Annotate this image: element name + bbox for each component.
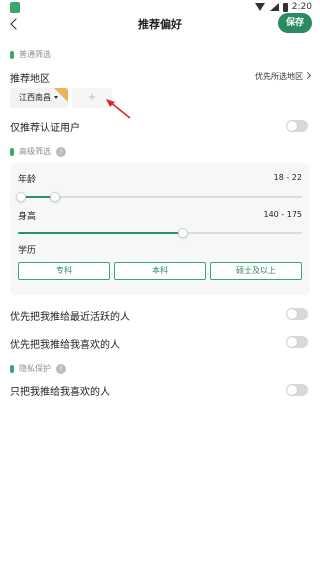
only-liked-toggle[interactable] — [286, 384, 308, 396]
region-label: 推荐地区 — [10, 74, 50, 85]
page-title: 推荐偏好 — [138, 18, 182, 31]
age-slider[interactable] — [16, 192, 302, 202]
section-marker — [10, 50, 14, 59]
height-label: 身高 — [18, 212, 37, 222]
advanced-section-label: 高级筛选 — [19, 147, 51, 156]
age-label: 年龄 — [18, 175, 37, 185]
liked-me-toggle[interactable] — [286, 336, 308, 348]
education-option-junior-college[interactable]: 专科 — [18, 262, 110, 280]
age-range-value: 18 - 22 — [273, 173, 302, 182]
annotation-arrow-icon — [106, 99, 131, 119]
top-nav: 推荐偏好 保存 — [0, 12, 320, 36]
wifi-icon — [254, 3, 265, 11]
info-icon[interactable]: ! — [56, 363, 66, 374]
height-range-value: 140 - 175 — [263, 210, 302, 219]
advanced-filter-panel: 年龄 18 - 22 身高 140 - 175 学历 专科 本科 硕士及以上 — [10, 163, 310, 295]
region-chip-label: 江西南昌 — [19, 93, 51, 102]
info-icon[interactable]: ! — [56, 146, 66, 157]
privacy-section-tag: 隐私保护 ! — [10, 363, 66, 374]
age-slider-max-handle[interactable] — [50, 192, 60, 202]
general-section-label: 普通筛选 — [19, 50, 51, 59]
height-slider-fill — [18, 232, 183, 234]
certified-only-label: 仅推荐认证用户 — [10, 123, 80, 134]
chip-corner-badge — [54, 88, 68, 102]
status-indicators: 2:20 — [254, 2, 312, 12]
certified-only-toggle[interactable] — [286, 120, 308, 132]
save-button[interactable]: 保存 — [278, 13, 312, 33]
height-slider-handle[interactable] — [178, 228, 188, 238]
bottom-safe-area — [0, 556, 320, 570]
education-label: 学历 — [18, 246, 37, 256]
general-section-tag: 普通筛选 — [10, 49, 51, 60]
chevron-right-icon — [303, 71, 312, 80]
region-chip[interactable]: 江西南昌 — [10, 88, 68, 108]
education-option-bachelor[interactable]: 本科 — [114, 262, 206, 280]
advanced-section-tag: 高级筛选 ! — [10, 146, 66, 157]
liked-me-label: 优先把我推给我喜欢的人 — [10, 340, 120, 351]
recently-active-toggle[interactable] — [286, 308, 308, 320]
education-option-master-above[interactable]: 硕士及以上 — [210, 262, 302, 280]
status-time: 2:20 — [291, 2, 312, 12]
section-marker — [10, 364, 14, 373]
section-marker — [10, 147, 14, 156]
privacy-section-label: 隐私保护 — [19, 364, 51, 373]
signal-icon — [269, 3, 279, 11]
age-slider-min-handle[interactable] — [16, 192, 26, 202]
battery-icon — [282, 2, 288, 12]
only-liked-label: 只把我推给我喜欢的人 — [10, 387, 110, 398]
region-priority-label: 优先所选地区 — [255, 72, 303, 81]
recently-active-label: 优先把我推给最近活跃的人 — [10, 312, 130, 323]
region-priority-link[interactable]: 优先所选地区 — [255, 71, 312, 82]
height-slider[interactable] — [18, 228, 302, 238]
